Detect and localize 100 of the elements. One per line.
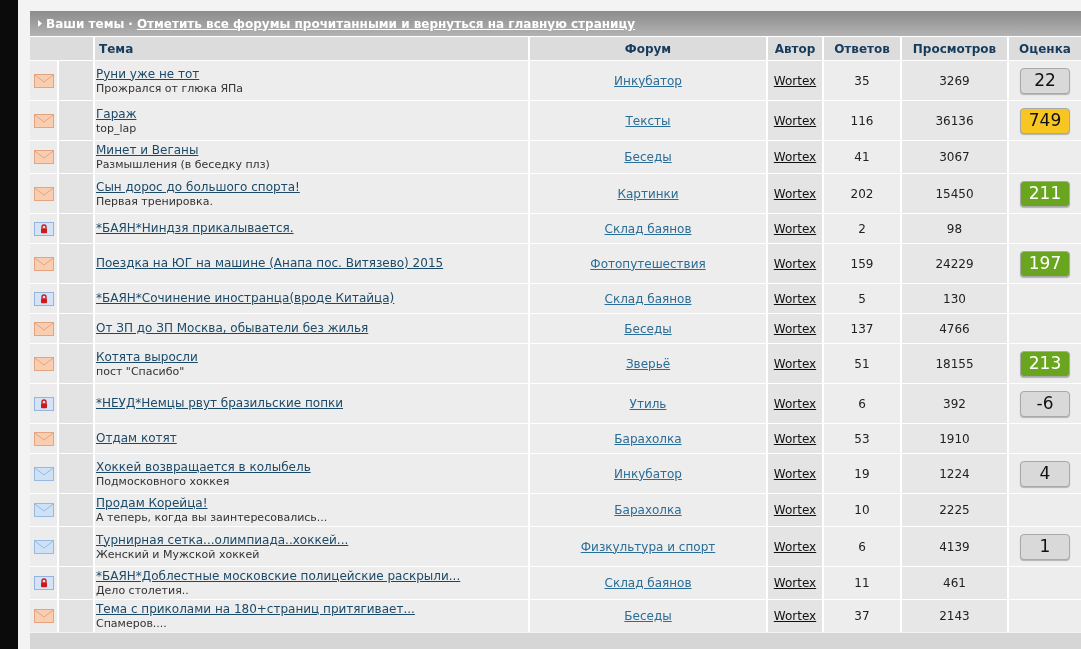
author-link[interactable]: Wortex bbox=[773, 184, 817, 203]
forum-link[interactable]: Беседы bbox=[624, 319, 672, 338]
column-header: Оценка bbox=[1009, 37, 1081, 60]
topic-title-link[interactable]: Отдам котят bbox=[96, 431, 177, 446]
topic-title-link[interactable]: Сын дорос до большого спорта! bbox=[96, 179, 300, 195]
rating-badge: 213 bbox=[1020, 350, 1070, 377]
table-cell bbox=[59, 314, 93, 343]
topic-title-link[interactable]: Тема с приколами на 180+страниц притягивает... bbox=[96, 602, 415, 617]
replies-count: 202 bbox=[850, 185, 874, 203]
topic-title-link[interactable]: Хоккей возвращается в колыбель bbox=[96, 459, 311, 475]
section-title: Ваши темы bbox=[46, 15, 125, 33]
table-cell bbox=[59, 61, 93, 100]
author-link[interactable]: Wortex bbox=[773, 574, 817, 592]
rating-badge: 4 bbox=[1020, 460, 1070, 487]
replies-count: 11 bbox=[854, 575, 870, 592]
forum-link[interactable]: Тексты bbox=[625, 111, 671, 130]
replies-count: 137 bbox=[850, 320, 874, 338]
replies-count: 2 bbox=[858, 220, 866, 238]
table-cell bbox=[59, 600, 93, 632]
topic-title-link[interactable]: *НЕУД*Немцы рвут бразильские попки bbox=[96, 396, 344, 411]
forum-link[interactable]: Фотопутешествия bbox=[590, 254, 706, 273]
author-link[interactable]: Wortex bbox=[773, 148, 817, 166]
replies-count: 53 bbox=[854, 430, 870, 448]
author-link[interactable]: Wortex bbox=[773, 219, 817, 238]
forum-link[interactable]: Инкубатор bbox=[614, 71, 682, 90]
table-cell bbox=[59, 284, 93, 313]
author-link[interactable]: Wortex bbox=[773, 111, 817, 130]
views-count: 98 bbox=[946, 220, 963, 238]
forum-link[interactable]: Инкубатор bbox=[614, 464, 682, 483]
views-count: 392 bbox=[943, 395, 966, 413]
forum-link[interactable]: Физкультура и спорт bbox=[580, 537, 716, 556]
author-link[interactable]: Wortex bbox=[773, 254, 817, 273]
topic-title-link[interactable]: Котята выросли bbox=[96, 349, 198, 365]
table-cell bbox=[59, 244, 93, 283]
replies-count: 37 bbox=[854, 608, 870, 625]
forum-link[interactable]: Барахолка bbox=[614, 429, 682, 448]
forum-link[interactable]: Склад баянов bbox=[604, 219, 692, 238]
forum-link[interactable]: Картинки bbox=[617, 184, 679, 203]
topic-title-link[interactable]: Минет и Веганы bbox=[96, 143, 199, 158]
forum-link[interactable]: Зверьё bbox=[625, 354, 671, 373]
author-link[interactable]: Wortex bbox=[773, 289, 817, 308]
views-count: 4139 bbox=[939, 538, 970, 556]
forum-link[interactable]: Склад баянов bbox=[604, 574, 692, 592]
author-link[interactable]: Wortex bbox=[773, 71, 817, 90]
forum-link[interactable]: Беседы bbox=[624, 607, 672, 625]
topic-title-link[interactable]: *БАЯН*Ниндзя прикалывается. bbox=[96, 221, 294, 236]
author-link[interactable]: Wortex bbox=[773, 464, 817, 483]
rating-badge: -6 bbox=[1020, 390, 1070, 417]
column-header: Форум bbox=[530, 37, 766, 60]
replies-count: 5 bbox=[858, 290, 866, 308]
topic-title-link[interactable]: От ЗП до ЗП Москва, обыватели без жилья bbox=[96, 321, 369, 336]
replies-count: 159 bbox=[850, 255, 874, 273]
forum-link[interactable]: Склад баянов bbox=[604, 289, 692, 308]
views-count: 3269 bbox=[939, 72, 970, 90]
author-link[interactable]: Wortex bbox=[773, 354, 817, 373]
views-count: 461 bbox=[943, 575, 966, 592]
author-link[interactable]: Wortex bbox=[773, 319, 817, 338]
replies-count: 116 bbox=[850, 112, 874, 130]
views-count: 15450 bbox=[935, 185, 974, 203]
replies-count: 35 bbox=[854, 72, 870, 90]
views-count: 2143 bbox=[939, 608, 970, 625]
rating-badge: 197 bbox=[1020, 250, 1070, 277]
author-link[interactable]: Wortex bbox=[773, 501, 817, 519]
table-cell bbox=[59, 527, 93, 566]
topic-title-link[interactable]: *БАЯН*Доблестные московские полицейские раскрыли... bbox=[96, 569, 461, 584]
views-count: 1910 bbox=[939, 430, 970, 448]
author-link[interactable]: Wortex bbox=[773, 607, 817, 625]
replies-count: 6 bbox=[858, 538, 866, 556]
rating-badge: 1 bbox=[1020, 533, 1070, 560]
topic-title-link[interactable]: Поездка на ЮГ на машине (Анапа пос. Витязево) 2015 bbox=[96, 256, 444, 271]
author-link[interactable]: Wortex bbox=[773, 394, 817, 413]
topic-title-link[interactable]: *БАЯН*Сочинение иностранца(вроде Китайца) bbox=[96, 291, 395, 306]
author-link[interactable]: Wortex bbox=[773, 429, 817, 448]
author-link[interactable]: Wortex bbox=[773, 537, 817, 556]
table-cell bbox=[59, 567, 93, 599]
topic-description: Женский и Мужской хоккей bbox=[96, 547, 260, 561]
topic-title-link[interactable]: Руни уже не тот bbox=[96, 66, 200, 82]
views-count: 18155 bbox=[935, 355, 974, 373]
topic-description: top_lap bbox=[96, 121, 137, 135]
topic-title-link[interactable]: Турнирная сетка...олимпиада..хоккей... bbox=[96, 532, 349, 548]
topic-description: Подмосковного хоккея bbox=[96, 474, 230, 488]
forum-link[interactable]: Утиль bbox=[629, 394, 667, 413]
topic-description: Размышления (в беседку плз) bbox=[96, 158, 270, 171]
header-spacer bbox=[30, 37, 93, 60]
views-count: 36136 bbox=[935, 112, 974, 130]
table-cell bbox=[59, 214, 93, 243]
table-cell bbox=[59, 344, 93, 383]
topic-description: А теперь, когда вы заинтересовались... bbox=[96, 511, 328, 524]
separator-dot: · bbox=[128, 15, 133, 33]
column-header: Тема bbox=[95, 37, 528, 60]
topic-title-link[interactable]: Гараж bbox=[96, 106, 137, 122]
column-header: Ответов bbox=[824, 37, 900, 60]
replies-count: 19 bbox=[854, 465, 870, 483]
topic-title-link[interactable]: Продам Корейца! bbox=[96, 496, 208, 511]
table-cell bbox=[59, 384, 93, 423]
forum-link[interactable]: Барахолка bbox=[614, 501, 682, 519]
replies-count: 51 bbox=[854, 355, 870, 373]
forum-link[interactable]: Беседы bbox=[624, 148, 672, 166]
table-cell bbox=[59, 494, 93, 526]
views-count: 1224 bbox=[939, 465, 970, 483]
